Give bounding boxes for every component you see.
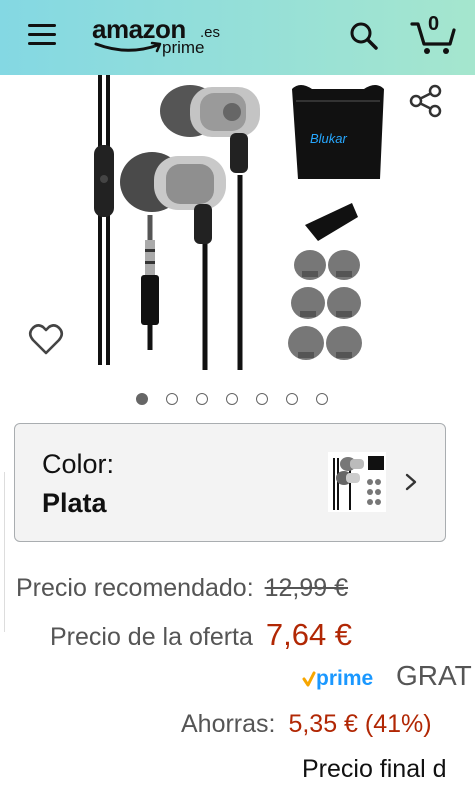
prime-badge: prime	[302, 667, 373, 690]
hamburger-menu-icon[interactable]	[28, 24, 56, 46]
pagination-dot[interactable]	[196, 393, 208, 405]
logo-prime: prime	[162, 38, 205, 57]
savings-value: 5,35 € (41%)	[288, 710, 432, 738]
share-icon[interactable]	[408, 83, 444, 119]
deal-price-row: Precio de la oferta 7,64 €	[50, 617, 352, 653]
amazon-prime-logo[interactable]: amazon .es prime	[92, 14, 227, 64]
cart-count: 0	[428, 13, 440, 35]
top-bar: amazon .es prime 0	[0, 0, 475, 75]
color-value: Plata	[42, 488, 107, 518]
color-selector[interactable]: Color: Plata	[14, 423, 446, 542]
list-price: 12,99 €	[264, 574, 349, 602]
pagination-dot[interactable]	[316, 393, 328, 405]
svg-text:prime: prime	[316, 667, 373, 690]
search-icon[interactable]	[348, 20, 380, 52]
pagination-dot[interactable]	[136, 393, 148, 405]
heart-icon[interactable]	[28, 322, 64, 356]
list-price-row: Precio recomendado: 12,99 €	[16, 574, 348, 603]
pagination-dot[interactable]	[286, 393, 298, 405]
side-drawer-edge	[0, 472, 5, 632]
pagination-dot[interactable]	[226, 393, 238, 405]
savings-label: Ahorras:	[181, 710, 276, 738]
savings-row: Ahorras: 5,35 € (41%)	[181, 710, 432, 739]
pouch-brand-text: Blukar	[310, 131, 348, 146]
pagination-dot[interactable]	[256, 393, 268, 405]
smile-arrow-icon	[94, 41, 162, 53]
chevron-right-icon	[405, 473, 417, 491]
deal-price-label: Precio de la oferta	[50, 623, 253, 651]
deal-price: 7,64 €	[265, 617, 353, 652]
list-price-label: Precio recomendado:	[16, 574, 254, 602]
cart-button[interactable]: 0	[410, 13, 456, 56]
pagination-dot[interactable]	[166, 393, 178, 405]
product-image[interactable]: Blukar	[0, 75, 475, 385]
color-thumbnail	[328, 452, 386, 512]
shipping-text: GRAT	[396, 660, 472, 691]
final-price-text: Precio final d	[302, 755, 447, 783]
color-label: Color:	[42, 449, 115, 479]
